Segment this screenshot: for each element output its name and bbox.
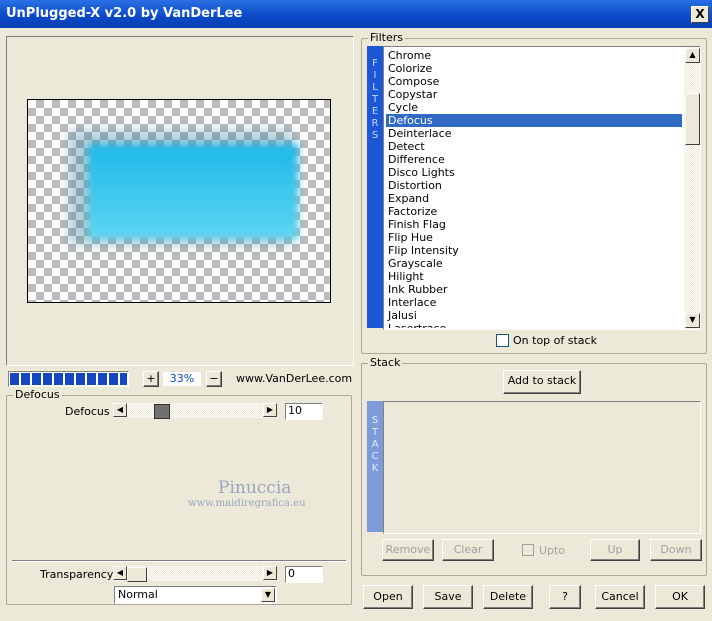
- blend-mode-value: Normal: [118, 588, 158, 601]
- close-button[interactable]: X: [691, 6, 709, 23]
- filter-item[interactable]: Expand: [386, 192, 682, 205]
- filter-item[interactable]: Factorize: [386, 205, 682, 218]
- watermark-title: Pinuccia: [218, 478, 292, 498]
- window-title: UnPlugged-X v2.0 by VanDerLee: [6, 6, 243, 21]
- scroll-up-arrow[interactable]: ▲: [685, 48, 700, 63]
- filter-item[interactable]: Lasertrace: [386, 322, 682, 328]
- watermark-url: www.maidiregrafica.eu: [188, 498, 306, 509]
- slider-right-arrow[interactable]: ▶: [263, 403, 277, 417]
- down-button[interactable]: Down: [650, 539, 702, 561]
- chevron-down-icon[interactable]: ▼: [261, 588, 275, 602]
- filter-item[interactable]: Difference: [386, 153, 682, 166]
- on-top-label: On top of stack: [513, 334, 597, 347]
- upto-checkbox[interactable]: [522, 544, 534, 556]
- filter-item[interactable]: Compose: [386, 75, 682, 88]
- preview-image[interactable]: [27, 99, 331, 303]
- on-top-checkbox[interactable]: [496, 334, 509, 347]
- transparency-label: Transparency: [40, 568, 114, 581]
- website-link[interactable]: www.VanDerLee.com: [236, 372, 352, 385]
- slider-left-arrow[interactable]: ◀: [113, 403, 127, 417]
- filters-list[interactable]: Chrome Colorize Compose Copystar Cycle D…: [383, 46, 701, 330]
- effect-group-label: Defocus: [13, 388, 62, 401]
- remove-button[interactable]: Remove: [382, 539, 434, 561]
- filter-item[interactable]: Chrome: [386, 49, 682, 62]
- progress-bar: [8, 371, 129, 387]
- filter-item[interactable]: Copystar: [386, 88, 682, 101]
- slider-thumb[interactable]: [154, 404, 170, 419]
- filter-item[interactable]: Finish Flag: [386, 218, 682, 231]
- scroll-thumb[interactable]: [685, 93, 700, 145]
- transparency-slider[interactable]: ◀ ▶: [113, 566, 277, 582]
- scroll-down-arrow[interactable]: ▼: [685, 313, 700, 328]
- defocus-label: Defocus: [65, 405, 110, 418]
- filter-item[interactable]: Flip Hue: [386, 231, 682, 244]
- add-to-stack-button[interactable]: Add to stack: [503, 370, 581, 394]
- filter-item[interactable]: Distortion: [386, 179, 682, 192]
- zoom-in-button[interactable]: +: [143, 371, 159, 387]
- save-button[interactable]: Save: [423, 585, 473, 609]
- filters-side-tab: FILTERS: [367, 46, 383, 328]
- filter-item[interactable]: Flip Intensity: [386, 244, 682, 257]
- filter-item[interactable]: Deinterlace: [386, 127, 682, 140]
- blend-mode-select[interactable]: Normal ▼: [114, 586, 277, 604]
- upto-label: Upto: [539, 544, 566, 557]
- transparency-thumb[interactable]: [127, 567, 147, 582]
- filter-item[interactable]: Colorize: [386, 62, 682, 75]
- cancel-button[interactable]: Cancel: [595, 585, 645, 609]
- filter-item[interactable]: Hilight: [386, 270, 682, 283]
- open-button[interactable]: Open: [363, 585, 413, 609]
- filter-item[interactable]: Jalusi: [386, 309, 682, 322]
- filter-item[interactable]: Detect: [386, 140, 682, 153]
- zoom-level: 33%: [163, 372, 201, 386]
- filter-item[interactable]: Disco Lights: [386, 166, 682, 179]
- preview-defocus-glow: [88, 144, 298, 239]
- filter-item-selected[interactable]: Defocus: [386, 114, 682, 127]
- defocus-value-field[interactable]: 10: [285, 403, 323, 420]
- divider-line: [12, 560, 346, 562]
- title-bar: UnPlugged-X v2.0 by VanDerLee X: [0, 0, 712, 28]
- stack-side-tab: STACK: [367, 401, 383, 532]
- zoom-out-button[interactable]: −: [206, 371, 222, 387]
- ok-button[interactable]: OK: [655, 585, 705, 609]
- filter-item[interactable]: Grayscale: [386, 257, 682, 270]
- transparency-left-arrow[interactable]: ◀: [113, 566, 127, 580]
- filters-group-label: Filters: [368, 31, 405, 44]
- delete-button[interactable]: Delete: [483, 585, 533, 609]
- help-button[interactable]: ?: [549, 585, 581, 609]
- filter-item[interactable]: Cycle: [386, 101, 682, 114]
- filter-item[interactable]: Interlace: [386, 296, 682, 309]
- up-button[interactable]: Up: [590, 539, 640, 561]
- transparency-right-arrow[interactable]: ▶: [263, 566, 277, 580]
- transparency-value-field[interactable]: 0: [285, 566, 323, 583]
- defocus-slider[interactable]: ◀ ▶: [113, 403, 277, 419]
- stack-list[interactable]: [383, 401, 701, 534]
- clear-button[interactable]: Clear: [442, 539, 494, 561]
- stack-group-label: Stack: [368, 356, 403, 369]
- filters-scrollbar[interactable]: ▲ ▼: [684, 47, 700, 329]
- filter-item[interactable]: Ink Rubber: [386, 283, 682, 296]
